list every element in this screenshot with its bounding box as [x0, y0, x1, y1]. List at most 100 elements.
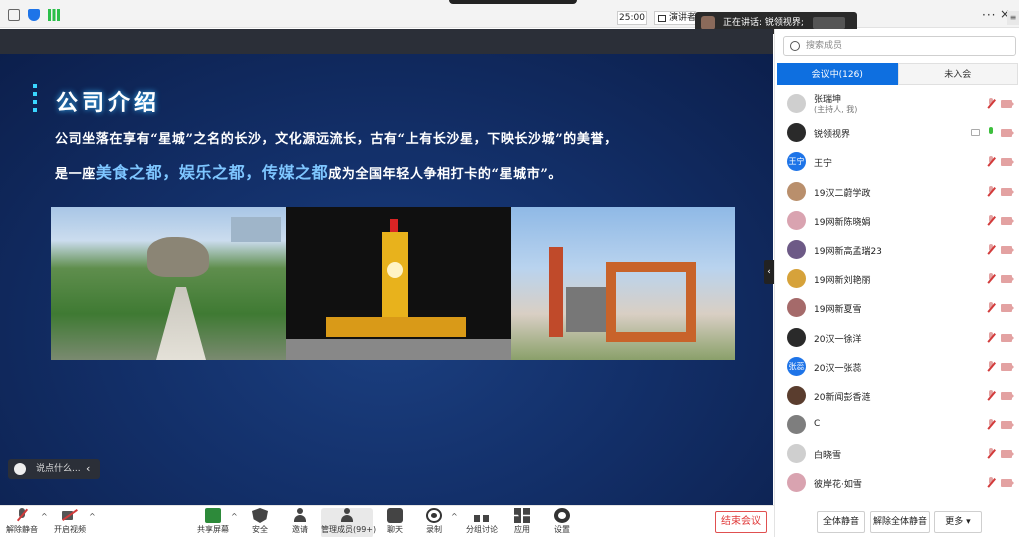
participant-row[interactable]: 19网新刘艳丽 [775, 264, 1019, 293]
unmute-all-button[interactable]: 解除全体静音 [870, 511, 930, 533]
mic-muted-icon[interactable] [987, 98, 995, 109]
participant-row[interactable]: 白晓雪 [775, 439, 1019, 468]
camera-off-icon[interactable] [1001, 129, 1014, 138]
participant-row[interactable]: 19网新高孟瑞23 [775, 235, 1019, 264]
panel-actions: 全体静音 解除全体静音 更多 ▾ [775, 509, 1019, 537]
mic-muted-icon[interactable] [987, 360, 995, 372]
more-button[interactable]: 更多 ▾ [934, 511, 982, 533]
participant-row[interactable]: C [775, 410, 1019, 439]
settings-button[interactable]: 设置 [550, 508, 574, 537]
participant-row[interactable]: 19网新夏雪 [775, 293, 1019, 322]
camera-off-icon[interactable] [1001, 216, 1014, 225]
mic-muted-icon[interactable] [987, 331, 995, 343]
avatar [787, 239, 806, 259]
speaker-view-button[interactable]: 演讲者 [654, 11, 696, 25]
chat-button[interactable]: 聊天 [383, 508, 407, 537]
participant-row[interactable]: 张蕊 20汉一张蕊 [775, 352, 1019, 381]
camera-off-icon[interactable] [1001, 362, 1014, 371]
highlight-media: 传媒之都 [261, 163, 329, 182]
slide-text-suffix: 成为全国年轻人争相打卡的“星城市”。 [328, 167, 563, 182]
record-label: 录制 [426, 525, 442, 534]
camera-off-icon[interactable] [1001, 450, 1014, 459]
participant-name: 19网新陈晓娟 [814, 217, 871, 228]
unmute-button[interactable]: 解除静音 [4, 508, 40, 537]
participants-panel: 搜索成员 会议中(126) 未入会 张瑞坤 (主持人, 我) 锐领视界 王宁 王… [774, 29, 1019, 537]
camera-off-icon[interactable] [1001, 333, 1014, 342]
participant-row[interactable]: 19汉二蔚学政 [775, 177, 1019, 206]
camera-off-icon[interactable] [1001, 275, 1014, 284]
apps-button[interactable]: 应用 [510, 508, 534, 537]
camera-off-icon[interactable] [1001, 304, 1014, 313]
add-user-icon [292, 508, 308, 523]
mic-muted-icon[interactable] [987, 477, 995, 488]
chevron-left-icon[interactable]: ‹ [86, 459, 90, 479]
mic-muted-icon[interactable] [987, 243, 995, 255]
avatar [787, 415, 806, 435]
avatar [787, 181, 806, 201]
share-screen-label: 共享屏幕 [197, 525, 229, 534]
participant-name: 19汉二蔚学政 [814, 188, 871, 199]
participant-list: 张瑞坤 (主持人, 我) 锐领视界 王宁 王宁 19汉二蔚学政 19网新陈晓娟 … [775, 89, 1019, 504]
record-options-chevron-icon[interactable]: ^ [451, 512, 458, 521]
security-button[interactable]: 安全 [248, 508, 272, 537]
mic-muted-icon[interactable] [987, 185, 995, 197]
participant-row[interactable]: 王宁 王宁 [775, 147, 1019, 176]
avatar [787, 298, 806, 318]
camera-off-icon[interactable] [1001, 479, 1014, 488]
mic-muted-icon[interactable] [987, 419, 995, 430]
breakout-button[interactable]: 分组讨论 [464, 508, 500, 537]
member-search-input[interactable]: 搜索成员 [783, 36, 1016, 56]
camera-off-icon[interactable] [1001, 100, 1014, 108]
photo-clock-tower [286, 207, 511, 360]
participant-row[interactable]: 张瑞坤 (主持人, 我) [775, 89, 1019, 118]
chat-label: 聊天 [387, 525, 403, 534]
participant-row[interactable]: 20新闻彭香涟 [775, 381, 1019, 410]
panel-menu-icon[interactable]: ≡ [1007, 11, 1019, 25]
invite-button[interactable]: 邀请 [288, 508, 312, 537]
start-video-button[interactable]: 开启视频 [52, 508, 88, 537]
mic-muted-icon[interactable] [987, 214, 995, 226]
speaker-view-label: 演讲者 [669, 13, 696, 23]
emoji-icon[interactable] [14, 463, 26, 475]
photo-campus-sculpture [511, 207, 735, 360]
meeting-toolbar: 解除静音 ^ 开启视频 ^ 共享屏幕 ^ 安全 邀请 管理成员(99+) 聊天 [0, 505, 774, 537]
participant-row[interactable]: 20汉一徐洋 [775, 323, 1019, 352]
participant-row[interactable]: 19网新陈晓娟 [775, 206, 1019, 235]
participant-row[interactable]: 锐领视界 [775, 118, 1019, 147]
audio-options-chevron-icon[interactable]: ^ [41, 512, 48, 521]
info-icon[interactable] [8, 9, 20, 21]
share-screen-button[interactable]: 共享屏幕 [196, 508, 230, 537]
tab-not-joined[interactable]: 未入会 [897, 63, 1018, 85]
mute-all-button[interactable]: 全体静音 [817, 511, 865, 533]
mic-muted-icon[interactable] [987, 273, 995, 284]
camera-off-icon[interactable] [1001, 391, 1014, 400]
quick-chat-box[interactable]: 说点什么... ‹ [8, 459, 100, 479]
more-options-icon[interactable]: ··· [982, 8, 996, 22]
mic-muted-icon[interactable] [987, 448, 995, 459]
camera-off-icon[interactable] [1001, 245, 1014, 254]
camera-off-icon[interactable] [1001, 187, 1014, 196]
camera-off-icon[interactable] [1001, 421, 1014, 430]
manage-members-button[interactable]: 管理成员(99+) [321, 508, 376, 537]
signal-icon[interactable] [48, 9, 60, 21]
share-options-chevron-icon[interactable]: ^ [231, 512, 238, 521]
participant-row[interactable]: 彼岸花·如雪 [775, 468, 1019, 497]
chat-icon [387, 508, 403, 523]
avatar [787, 327, 806, 347]
mic-on-icon[interactable] [987, 127, 995, 138]
camera-off-icon[interactable] [1001, 158, 1014, 167]
collapse-panel-button[interactable]: ‹ [764, 260, 774, 284]
avatar [787, 473, 806, 493]
participant-name: 20汉一徐洋 [814, 334, 862, 345]
mic-muted-icon[interactable] [987, 302, 995, 313]
unmute-label: 解除静音 [6, 525, 38, 534]
record-button[interactable]: 录制 [422, 508, 446, 537]
participant-name: 20汉一张蕊 [814, 363, 862, 374]
tab-in-meeting[interactable]: 会议中(126) [777, 63, 898, 85]
mic-muted-icon[interactable] [987, 156, 995, 167]
video-options-chevron-icon[interactable]: ^ [89, 512, 96, 521]
mic-muted-icon[interactable] [987, 389, 995, 401]
shield-icon[interactable] [28, 9, 40, 21]
end-meeting-button[interactable]: 结束会议 [715, 511, 767, 533]
slide-text-prefix: 是一座 [55, 167, 96, 182]
